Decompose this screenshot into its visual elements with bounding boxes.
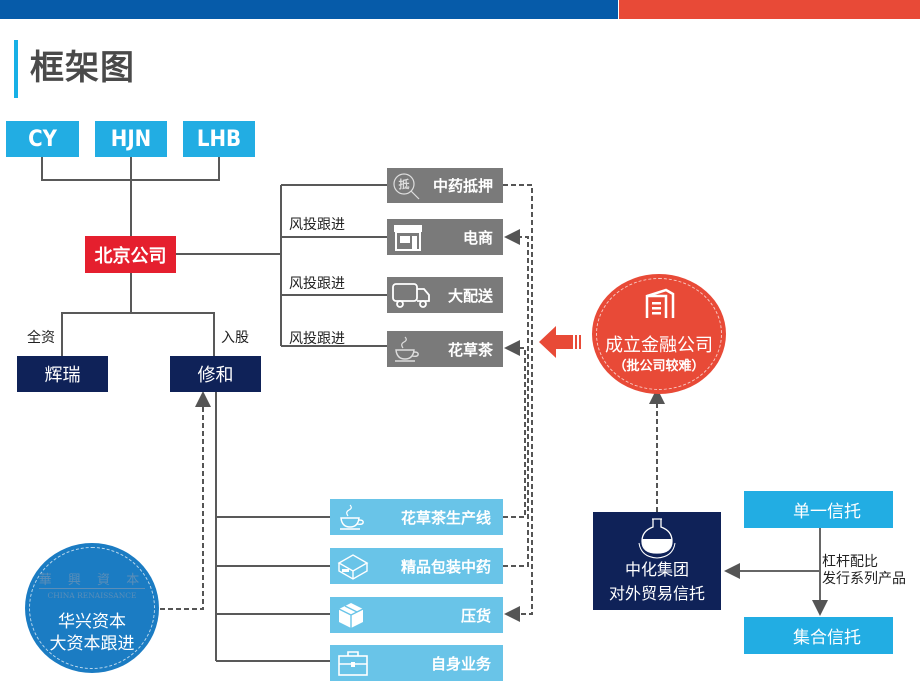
relation-label: 风投跟进 (289, 275, 345, 291)
business-box-own-business[interactable]: 自身业务 (330, 645, 503, 681)
finance-circle-title: 成立金融公司 (605, 335, 713, 355)
truck-icon (391, 280, 433, 310)
line-beijing-subs (61, 273, 215, 356)
founder-box-hjn[interactable]: HJN (95, 121, 167, 157)
subsidiary-box-xiuhe[interactable]: 修和 (170, 356, 261, 392)
relation-label: 风投跟进 (289, 330, 345, 346)
relation-label: 风投跟进 (289, 216, 345, 232)
magnifier-seal-icon: 抵 (391, 171, 421, 201)
trust-note-line2: 发行系列产品 (822, 570, 906, 586)
storefront-icon (391, 222, 425, 252)
founder-box-cy[interactable]: CY (6, 121, 79, 157)
dash-tealine-to-tea (503, 340, 526, 518)
svg-text:抵: 抵 (399, 177, 410, 191)
huaxing-logo-en: CHINA RENAISSANCE (47, 591, 137, 600)
business-label: 精品包装中药 (400, 558, 491, 576)
dash-huaxing-to-xiuhe (160, 391, 211, 610)
red-arrow-icon (539, 326, 581, 358)
venture-box-medicine-mortgage[interactable]: 抵 中药抵押 (387, 168, 503, 203)
business-label: 自身业务 (430, 655, 491, 673)
logo-divider (39, 588, 145, 589)
venture-box-ecommerce[interactable]: 电商 (387, 219, 503, 255)
huaxing-capital-circle[interactable]: 華 興 資 本 CHINA RENAISSANCE 华兴资本 大资本跟进 (25, 543, 159, 673)
venture-label: 大配送 (447, 287, 493, 305)
package-icon (336, 600, 366, 630)
collective-trust-box[interactable]: 集合信托 (744, 617, 893, 654)
venture-box-herbal-tea[interactable]: 花草茶 (387, 331, 503, 367)
briefcase-icon (336, 648, 370, 678)
business-box-stock[interactable]: 压货 (330, 597, 503, 633)
sinochem-box[interactable]: 中化集团 对外贸易信托 (593, 512, 721, 610)
venture-box-delivery[interactable]: 大配送 (387, 277, 503, 313)
relation-label-wholly-owned: 全资 (27, 329, 55, 345)
huaxing-logo-cn: 華 興 資 本 (38, 573, 146, 588)
business-box-tea-line[interactable]: 花草茶生产线 (330, 499, 503, 535)
venture-label: 电商 (462, 229, 493, 247)
line-founders (41, 156, 220, 236)
relation-label-equity: 入股 (221, 329, 249, 345)
sinochem-subtitle: 对外贸易信托 (608, 586, 705, 603)
tea-cup-icon (391, 334, 425, 364)
business-label: 压货 (460, 607, 491, 625)
line-xiuhe-business (215, 391, 330, 662)
beijing-company-box[interactable]: 北京公司 (85, 236, 176, 273)
tea-cup-icon (336, 502, 370, 532)
finance-company-circle[interactable]: 成立金融公司 （批公司较难） (592, 274, 726, 394)
single-trust-box[interactable]: 单一信托 (744, 491, 893, 528)
open-box-icon (336, 551, 370, 581)
venture-label: 花草茶 (447, 341, 493, 359)
trust-note-line1: 杠杆配比 (822, 553, 878, 569)
building-icon (642, 288, 676, 325)
business-label: 花草茶生产线 (400, 509, 491, 527)
business-box-packaged-medicine[interactable]: 精品包装中药 (330, 548, 503, 584)
subsidiary-box-huirui[interactable]: 辉瑞 (17, 356, 108, 392)
finance-circle-note: （批公司较难） (613, 358, 705, 373)
trust-note: 杠杆配比 发行系列产品 (822, 553, 906, 587)
huaxing-circle-note: 大资本跟进 (49, 634, 135, 653)
venture-label: 中药抵押 (432, 178, 493, 195)
line-beijing-ventures (176, 184, 388, 347)
sinochem-flask-icon (637, 517, 677, 564)
founder-box-lhb[interactable]: LHB (183, 121, 255, 157)
